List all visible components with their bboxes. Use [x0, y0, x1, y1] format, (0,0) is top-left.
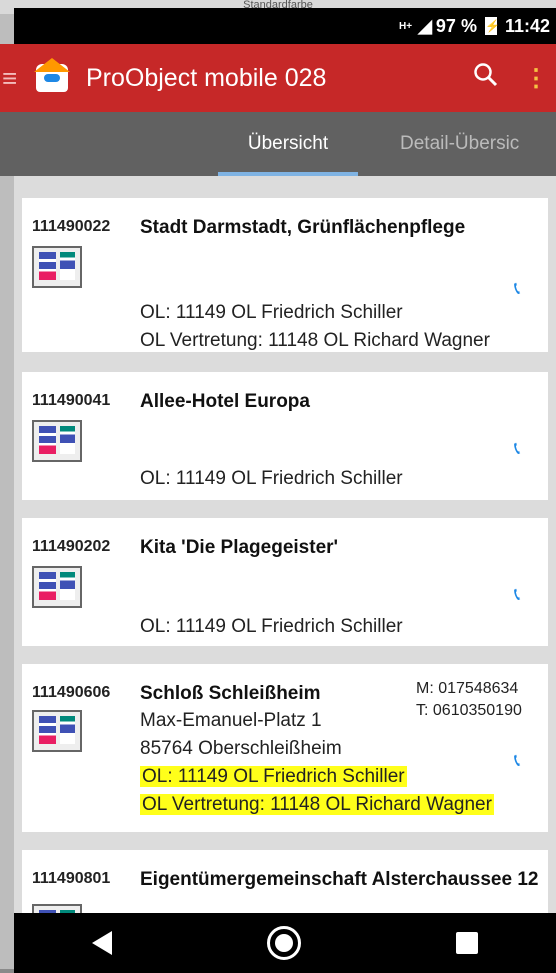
object-name: Stadt Darmstadt, Grünflächenpflege [140, 217, 466, 238]
app-title: ProObject mobile 028 [86, 63, 327, 92]
object-ol-vertretung: OL Vertretung: 11148 OL Richard Wagner [140, 794, 494, 816]
object-number: 111490801 [32, 870, 111, 887]
tab-detail-uebersicht[interactable]: Detail-Übersic [400, 112, 556, 176]
battery-percent: 97 % [435, 15, 477, 36]
highlighted-ol-vertretung: OL Vertretung: 11148 OL Richard Wagner [140, 794, 494, 815]
battery-charging-icon: ⚡ [484, 17, 500, 35]
object-number: 111490041 [32, 392, 111, 409]
app-bar: ≡ ProObject mobile 028 ⋮ [0, 44, 556, 112]
object-thumbnail-icon[interactable] [32, 904, 82, 913]
phone-icon[interactable]: 📞︎ [514, 438, 520, 459]
object-name: Eigentümergemeinschaft Alsterchaussee 12 [140, 869, 539, 890]
object-ol: OL: 11149 OL Friedrich Schiller [140, 468, 403, 489]
object-number: 111490202 [32, 538, 111, 555]
phone-screen: Standardfarbe H+ ◢ 97 % ⚡ 11:42 ≡ ProObj… [0, 0, 556, 973]
object-ol-vertretung: OL Vertretung: 11148 OL Richard Wagner [140, 330, 490, 351]
object-card[interactable]: 111490801 Eigentümergemeinschaft Alsterc… [22, 850, 548, 913]
back-nav-icon[interactable] [91, 931, 112, 955]
menu-icon[interactable]: ≡ [0, 63, 32, 94]
phone-icon[interactable]: 📞︎ [514, 278, 520, 299]
phone-icon[interactable]: 📞︎ [514, 584, 520, 605]
object-card[interactable]: 111490606 Schloß Schleißheim M: 01754863… [22, 664, 548, 832]
object-number: 111490022 [32, 218, 111, 235]
app-logo-icon [32, 56, 76, 100]
object-ol: OL: 11149 OL Friedrich Schiller [140, 302, 403, 323]
telephone-number[interactable]: T: 0610350190 [416, 702, 536, 720]
object-thumbnail-icon[interactable] [32, 246, 82, 288]
object-thumbnail-icon[interactable] [32, 710, 82, 752]
object-ol: OL: 11149 OL Friedrich Schiller [140, 616, 403, 637]
status-bar: H+ ◢ 97 % ⚡ 11:42 [14, 8, 556, 44]
tab-bar: Übersicht Detail-Übersic [0, 112, 556, 176]
object-city: 85764 Oberschleißheim [140, 738, 342, 759]
system-nav-bar [14, 913, 556, 973]
more-vert-icon[interactable]: ⋮ [516, 64, 556, 93]
object-card[interactable]: 111490202 Kita 'Die Plagegeister' 📞︎ OL:… [22, 518, 548, 646]
network-type: H+ [399, 20, 413, 32]
object-thumbnail-icon[interactable] [32, 566, 82, 608]
object-list[interactable]: 111490022 Stadt Darmstadt, Grünflächenpf… [14, 176, 556, 913]
signal-icon: ◢ [418, 15, 432, 36]
object-ol: OL: 11149 OL Friedrich Schiller [140, 766, 407, 788]
object-thumbnail-icon[interactable] [32, 420, 82, 462]
search-icon[interactable] [456, 62, 516, 95]
clock: 11:42 [504, 15, 550, 36]
tab-uebersicht[interactable]: Übersicht [218, 112, 358, 176]
object-street: Max-Emanuel-Platz 1 [140, 710, 322, 731]
mobile-number[interactable]: M: 017548634 [416, 680, 536, 698]
highlighted-ol: OL: 11149 OL Friedrich Schiller [140, 766, 407, 787]
object-name: Kita 'Die Plagegeister' [140, 537, 339, 558]
home-nav-icon[interactable] [266, 926, 301, 960]
recents-nav-icon[interactable] [456, 932, 479, 954]
object-name: Allee-Hotel Europa [140, 391, 310, 412]
phone-icon[interactable]: 📞︎ [514, 750, 520, 771]
object-number: 111490606 [32, 684, 111, 701]
object-card[interactable]: 111490041 Allee-Hotel Europa 📞︎ OL: 1114… [22, 372, 548, 500]
object-card[interactable]: 111490022 Stadt Darmstadt, Grünflächenpf… [22, 198, 548, 352]
